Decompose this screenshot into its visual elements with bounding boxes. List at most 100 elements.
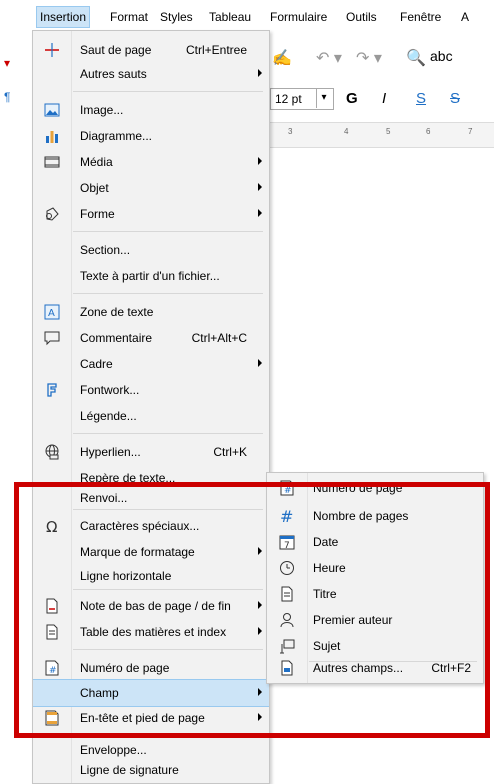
- insertion-menu: Saut de page Ctrl+Entree Autres sauts Im…: [32, 30, 270, 784]
- menu-item-marque-formatage[interactable]: Marque de formatage: [33, 539, 269, 565]
- menu-item-media[interactable]: Média: [33, 149, 269, 175]
- submenu-item-titre[interactable]: Titre: [267, 581, 483, 607]
- menu-formulaire[interactable]: Formulaire: [270, 10, 327, 24]
- menu-item-table-matieres[interactable]: Table des matières et index: [33, 619, 269, 645]
- menu-bar: Insertion Format Styles Tableau Formulai…: [0, 0, 494, 34]
- bold-button[interactable]: G: [346, 90, 358, 107]
- submenu-item-date[interactable]: 7 Date: [267, 529, 483, 555]
- fontwork-icon: [47, 383, 57, 397]
- page-count-icon: #: [280, 508, 293, 524]
- submenu-item-heure[interactable]: Heure: [267, 555, 483, 581]
- submenu-arrow-icon: [258, 713, 262, 721]
- svg-text:#: #: [280, 508, 293, 524]
- menu-item-label: En-tête et pied de page: [80, 711, 205, 725]
- footnote-icon: [46, 598, 58, 614]
- menu-item-label: Hyperlien...: [80, 445, 141, 459]
- submenu-item-premier-auteur[interactable]: Premier auteur: [267, 607, 483, 633]
- submenu-item-label: Titre: [313, 587, 337, 601]
- menu-item-image[interactable]: Image...: [33, 97, 269, 123]
- menu-item-caracteres-speciaux[interactable]: Ω Caractères spéciaux...: [33, 513, 269, 539]
- menu-item-shortcut: Ctrl+K: [213, 445, 247, 459]
- menu-item-entete-pied[interactable]: En-tête et pied de page: [33, 705, 269, 731]
- submenu-item-label: Premier auteur: [313, 613, 393, 627]
- omega-icon: Ω: [46, 518, 57, 534]
- menu-item-diagramme[interactable]: Diagramme...: [33, 123, 269, 149]
- menu-outils[interactable]: Outils: [346, 10, 377, 24]
- hyperlink-icon: [45, 444, 59, 460]
- menu-item-legende[interactable]: Légende...: [33, 403, 269, 429]
- submenu-item-label: Date: [313, 535, 339, 549]
- menu-fenetre[interactable]: Fenêtre: [400, 10, 441, 24]
- separator: [73, 649, 263, 650]
- font-size-select[interactable]: 12 pt ▾: [270, 88, 334, 110]
- menu-item-label: Champ: [80, 686, 119, 700]
- submenu-item-autres-champs[interactable]: Autres champs... Ctrl+F2: [267, 655, 483, 681]
- strikethrough-button[interactable]: S: [450, 90, 460, 107]
- menu-item-hyperlien[interactable]: Hyperlien... Ctrl+K: [33, 439, 269, 465]
- toc-icon: [46, 624, 58, 640]
- menu-item-label: Table des matières et index: [80, 625, 227, 639]
- undo-icon[interactable]: ↶ ▾: [316, 48, 342, 68]
- submenu-arrow-icon: [258, 547, 262, 555]
- menu-item-label: Renvoi...: [80, 491, 128, 505]
- menu-item-label: Marque de formatage: [80, 545, 195, 559]
- spellcheck-icon[interactable]: abc: [430, 48, 453, 64]
- chevron-down-icon[interactable]: ▾: [316, 88, 331, 108]
- submenu-item-numero-page[interactable]: # Numéro de page: [267, 475, 483, 501]
- separator: [73, 293, 263, 294]
- redo-icon[interactable]: ↷ ▾: [356, 48, 382, 68]
- underline-button[interactable]: S: [416, 90, 426, 107]
- menu-item-saut-de-page[interactable]: Saut de page Ctrl+Entree: [33, 37, 269, 63]
- menu-item-label: Image...: [80, 103, 124, 117]
- separator: [73, 509, 263, 510]
- svg-text:#: #: [49, 666, 57, 676]
- menu-item-numero-page[interactable]: # Numéro de page: [33, 655, 269, 681]
- submenu-arrow-icon: [258, 183, 262, 191]
- submenu-item-nombre-pages[interactable]: # Nombre de pages: [267, 503, 483, 529]
- left-margin-strip: ▾ ¶: [0, 34, 32, 782]
- menu-item-label: Média: [80, 155, 113, 169]
- menu-more[interactable]: A: [461, 10, 469, 24]
- media-icon: [44, 156, 60, 168]
- page-number-icon: #: [45, 660, 59, 676]
- paint-icon[interactable]: ✍: [272, 48, 292, 68]
- menu-tableau[interactable]: Tableau: [209, 10, 251, 24]
- find-replace-icon[interactable]: 🔍: [406, 48, 426, 68]
- subject-icon: [280, 639, 295, 654]
- menu-item-section[interactable]: Section...: [33, 237, 269, 263]
- menu-item-champ[interactable]: Champ: [33, 679, 269, 707]
- separator: [73, 433, 263, 434]
- menu-item-cadre[interactable]: Cadre: [33, 351, 269, 377]
- menu-item-label: Fontwork...: [80, 383, 140, 397]
- menu-item-label: Zone de texte: [80, 305, 154, 319]
- champ-submenu: # Numéro de page # Nombre de pages 7 Dat…: [266, 472, 484, 684]
- menu-format[interactable]: Format: [110, 10, 148, 24]
- menu-item-ligne-signature[interactable]: Ligne de signature: [33, 757, 269, 783]
- menu-item-label: Repère de texte...: [80, 471, 176, 485]
- menu-insertion[interactable]: Insertion: [36, 6, 91, 28]
- header-footer-icon: [45, 710, 59, 726]
- menu-styles[interactable]: Styles: [160, 10, 193, 24]
- menu-item-label: Commentaire: [80, 331, 153, 345]
- menu-item-renvoi[interactable]: Renvoi...: [33, 485, 269, 511]
- menu-item-objet[interactable]: Objet: [33, 175, 269, 201]
- menu-item-label: Légende...: [80, 409, 137, 423]
- menu-item-fontwork[interactable]: Fontwork...: [33, 377, 269, 403]
- menu-item-autres-sauts[interactable]: Autres sauts: [33, 61, 269, 87]
- menu-item-texte-fichier[interactable]: Texte à partir d'un fichier...: [33, 263, 269, 289]
- shape-icon: [46, 207, 59, 221]
- menu-item-shortcut: Ctrl+Alt+C: [191, 331, 247, 345]
- menu-item-ligne-horizontale[interactable]: Ligne horizontale: [33, 563, 269, 589]
- italic-button[interactable]: I: [382, 90, 386, 107]
- submenu-item-label: Nombre de pages: [313, 509, 409, 523]
- separator: [73, 231, 263, 232]
- menu-item-zone-de-texte[interactable]: A Zone de texte: [33, 299, 269, 325]
- menu-item-commentaire[interactable]: Commentaire Ctrl+Alt+C: [33, 325, 269, 351]
- text-box-icon: A: [44, 304, 60, 320]
- menu-item-note-bas-page[interactable]: Note de bas de page / de fin: [33, 593, 269, 619]
- menu-item-label: Caractères spéciaux...: [80, 519, 200, 533]
- document-area[interactable]: [268, 148, 494, 782]
- menu-item-forme[interactable]: Forme: [33, 201, 269, 227]
- submenu-arrow-icon: [258, 627, 262, 635]
- submenu-arrow-icon: [258, 688, 262, 696]
